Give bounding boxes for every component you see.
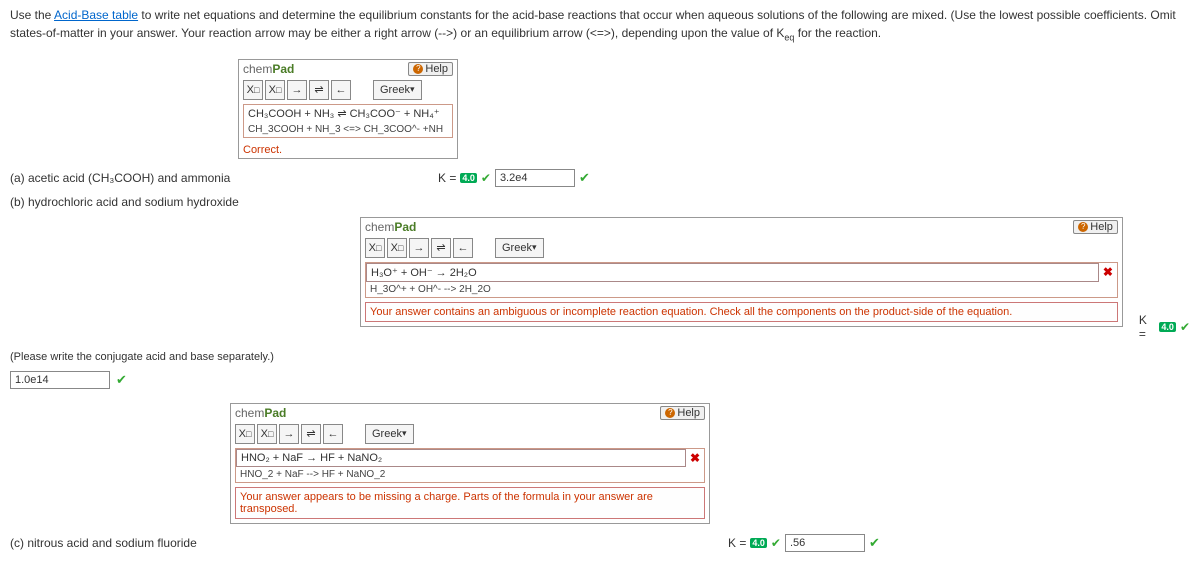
right-arrow-button[interactable]: → [279,424,299,444]
greek-dropdown[interactable]: Greek [373,80,422,100]
k-value-input-c[interactable]: .56 [785,534,865,552]
greek-dropdown[interactable]: Greek [495,238,544,258]
feedback-correct: Correct. [239,142,457,158]
equilibrium-arrow-button[interactable]: ⇌ [301,424,321,444]
intro-tail: for the reaction. [794,26,881,40]
help-icon: ? [665,408,675,418]
right-arrow-button[interactable]: → [409,238,429,258]
intro-post: to write net equations and determine the… [10,8,1176,40]
check-icon: ✔ [869,535,880,551]
equation-rendered-input[interactable]: H₃O⁺ + OH⁻ → 2H₂O [366,263,1099,282]
chempad-title: chemPad [243,62,294,76]
chempad-b: chemPad ?Help X□ X□ → ⇌ ← Greek H₃O⁺ + O… [360,217,1123,327]
subscript-button[interactable]: X□ [365,238,385,258]
subscript-button[interactable]: X□ [235,424,255,444]
equation-rendered-input[interactable]: CH₃COOH + NH₃ ⇌ CH₃COO⁻ + NH₄⁺ [244,105,452,122]
greek-dropdown[interactable]: Greek [365,424,414,444]
feedback-error: Your answer appears to be missing a char… [235,487,705,519]
chempad-title: chemPad [365,220,416,234]
superscript-button[interactable]: X□ [265,80,285,100]
equation-raw-input[interactable]: CH_3COOH + NH_3 <=> CH_3COO^- +NH [244,122,452,137]
score-badge: 4.0 [460,173,477,183]
superscript-button[interactable]: X□ [387,238,407,258]
chempad-a: chemPad ?Help X□ X□ → ⇌ ← Greek CH₃COOH … [238,59,458,159]
equation-rendered-input[interactable]: HNO₂ + NaF → HF + NaNO₂ [236,449,686,467]
left-arrow-button[interactable]: ← [453,238,473,258]
right-arrow-button[interactable]: → [287,80,307,100]
clear-icon[interactable]: ✖ [1099,265,1117,279]
k-label: K = [1139,313,1156,341]
equation-raw-input[interactable]: HNO_2 + NaF --> HF + NaNO_2 [236,467,704,482]
k-value-input[interactable]: 3.2e4 [495,169,575,187]
part-a-label: (a) acetic acid (CH₃COOH) and ammonia [10,171,430,185]
score-badge: 4.0 [1159,322,1176,332]
subscript-button[interactable]: X□ [243,80,263,100]
intro-sub: eq [784,32,794,42]
score-badge: 4.0 [750,538,767,548]
help-button[interactable]: ?Help [660,406,705,420]
instructions: Use the Acid-Base table to write net equ… [10,6,1190,45]
intro-pre: Use the [10,8,54,22]
help-icon: ? [1078,222,1088,232]
check-icon: ✔ [579,170,590,186]
help-button[interactable]: ?Help [1073,220,1118,234]
clear-icon[interactable]: ✖ [686,451,704,465]
part-b-note: (Please write the conjugate acid and bas… [10,351,274,363]
chempad-title: chemPad [235,406,286,420]
superscript-button[interactable]: X□ [257,424,277,444]
toolbar: X□ X□ → ⇌ ← Greek [231,422,709,446]
k-label: K = [438,171,456,185]
equilibrium-arrow-button[interactable]: ⇌ [309,80,329,100]
help-button[interactable]: ?Help [408,62,453,76]
part-b-label: (b) hydrochloric acid and sodium hydroxi… [10,195,239,209]
equilibrium-arrow-button[interactable]: ⇌ [431,238,451,258]
check-icon: ✔ [116,372,127,388]
feedback-error: Your answer contains an ambiguous or inc… [365,302,1118,322]
help-icon: ? [413,64,423,74]
toolbar: X□ X□ → ⇌ ← Greek [239,78,457,102]
k-value-input-b[interactable]: 1.0e14 [10,371,110,389]
left-arrow-button[interactable]: ← [323,424,343,444]
acid-base-table-link[interactable]: Acid-Base table [54,8,138,22]
equation-raw-input[interactable]: H_3O^+ + OH^- --> 2H_2O [366,282,1117,297]
chempad-c: chemPad ?Help X□ X□ → ⇌ ← Greek HNO₂ + N… [230,403,710,524]
toolbar: X□ X□ → ⇌ ← Greek [361,236,1122,260]
left-arrow-button[interactable]: ← [331,80,351,100]
